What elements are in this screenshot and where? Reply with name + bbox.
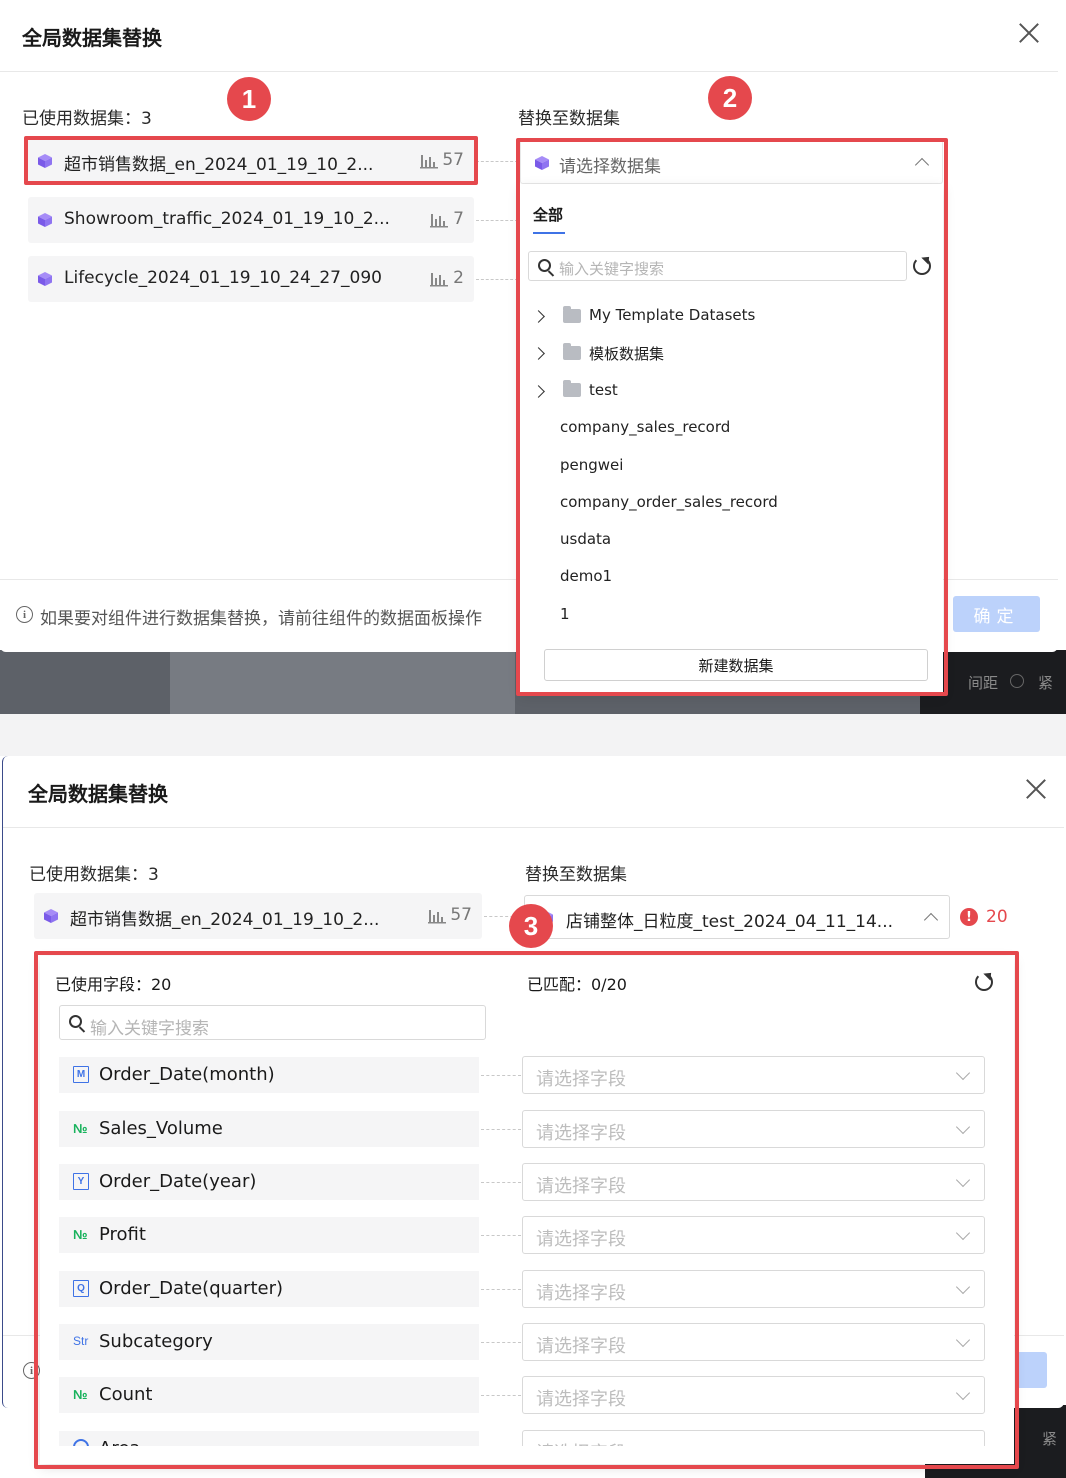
background-text-spacing: 间距 [968, 674, 999, 692]
annotation-box-2 [516, 138, 948, 696]
dataset-name: 超市销售数据_en_2024_01_19_10_2... [70, 910, 380, 930]
dataset-usage-count: 2 [453, 268, 464, 288]
dataset-item[interactable]: 超市销售数据_en_2024_01_19_10_2... 57 [34, 893, 482, 939]
info-icon: i [16, 606, 33, 623]
confirm-button[interactable]: 确定 [953, 596, 1040, 632]
annotation-badge-2: 2 [708, 76, 752, 120]
annotation-box-3 [34, 951, 1019, 1469]
used-datasets-label: 已使用数据集：3 [29, 865, 159, 885]
annotation-badge-3: 3 [509, 904, 553, 948]
connector-line [476, 161, 518, 162]
background-radio [1010, 674, 1024, 688]
connector-line [476, 220, 518, 221]
annotation-box-1 [24, 136, 478, 185]
close-icon[interactable] [1025, 778, 1047, 800]
modal-title: 全局数据集替换 [28, 782, 168, 806]
dataset-item[interactable]: Showroom_traffic_2024_01_19_10_2... 7 [28, 197, 474, 243]
dataset-select[interactable]: 店铺整体_日粒度_test_2024_04_11_14... [524, 895, 950, 939]
footer-tip: 如果要对组件进行数据集替换，请前往组件的数据面板操作 [40, 609, 482, 629]
dataset-usage-count: 7 [453, 209, 464, 229]
background-text-compact: 紧 [1042, 1430, 1058, 1448]
dataset-name: Lifecycle_2024_01_19_10_24_27_090 [64, 268, 382, 288]
used-datasets-label: 已使用数据集：3 [22, 109, 152, 129]
dataset-cube-icon [44, 909, 58, 923]
usage-chart-icon [430, 273, 448, 287]
usage-chart-icon [430, 214, 448, 228]
warning-icon: ! [960, 908, 978, 926]
usage-chart-icon [428, 910, 446, 924]
dataset-cube-icon [38, 213, 52, 227]
header-divider [0, 71, 1058, 72]
annotation-badge-1: 1 [227, 77, 271, 121]
dataset-cube-icon [38, 272, 52, 286]
dataset-item[interactable]: Lifecycle_2024_01_19_10_24_27_090 2 [28, 256, 474, 302]
selected-dataset-name: 店铺整体_日粒度_test_2024_04_11_14... [566, 912, 894, 932]
dataset-name: Showroom_traffic_2024_01_19_10_2... [64, 209, 390, 229]
confirm-button[interactable] [1017, 1352, 1047, 1388]
close-icon[interactable] [1018, 22, 1040, 44]
header-divider [3, 827, 1064, 828]
modal-title: 全局数据集替换 [22, 26, 162, 50]
screenshot-separator [0, 714, 1066, 756]
connector-line [476, 279, 518, 280]
background-canvas-block [170, 650, 515, 714]
chevron-up-icon [923, 912, 939, 928]
background-text-compact: 紧 [1038, 674, 1054, 692]
dataset-usage-count: 57 [450, 905, 472, 925]
replace-to-label: 替换至数据集 [525, 865, 627, 885]
unmatched-count: 20 [986, 907, 1008, 927]
replace-to-label: 替换至数据集 [518, 109, 620, 129]
